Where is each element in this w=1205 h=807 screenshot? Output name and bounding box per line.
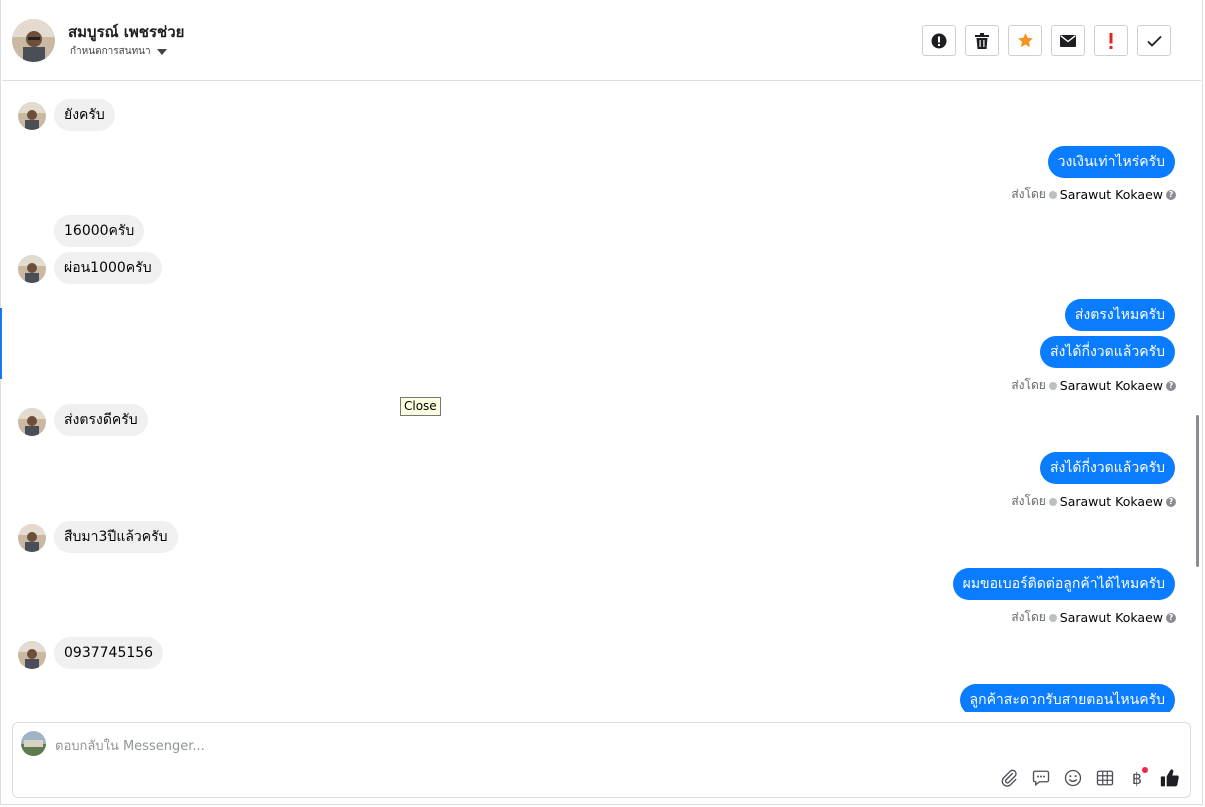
help-icon[interactable]: ? <box>1166 496 1176 507</box>
agent-name[interactable]: Sarawut Kokaew <box>1060 378 1163 393</box>
table-button[interactable] <box>1094 767 1116 789</box>
incoming-message[interactable]: สืบมา3ปีแล้วครับ <box>54 521 178 553</box>
saved-reply-icon <box>1032 770 1050 787</box>
agent-name[interactable]: Sarawut Kokaew <box>1060 187 1163 202</box>
verified-dot-icon <box>1048 381 1057 390</box>
outgoing-message[interactable]: ส่งได้กี่งวดแล้วครับ <box>1039 452 1175 484</box>
attach-button[interactable] <box>998 767 1020 789</box>
verified-dot-icon <box>1048 497 1057 506</box>
saved-reply-button[interactable] <box>1030 767 1052 789</box>
payment-button[interactable]: ฿ <box>1126 767 1148 789</box>
envelope-icon <box>1060 34 1076 47</box>
sender-avatar <box>18 255 46 283</box>
reply-composer: ฿ <box>12 722 1191 798</box>
sent-by-label: ส่งโดย <box>1011 610 1046 624</box>
alert-circle-icon <box>931 33 947 48</box>
message-thread: ยังครับ วงเงินเท่าไหร่ครับ ส่งโดย Sarawu… <box>2 82 1197 712</box>
page-avatar <box>21 731 46 756</box>
conversation-label-dropdown[interactable]: กำหนดการสนทนา <box>70 44 167 59</box>
help-icon[interactable]: ? <box>1166 612 1176 623</box>
incoming-message[interactable]: 16000ครับ <box>54 215 145 247</box>
sender-avatar <box>18 641 46 669</box>
sender-avatar <box>18 524 46 552</box>
delete-button[interactable] <box>965 25 999 56</box>
incoming-message[interactable]: ผ่อน1000ครับ <box>54 252 162 284</box>
exclamation-icon <box>1109 32 1113 49</box>
caret-down-icon <box>156 48 167 55</box>
verified-dot-icon <box>1048 613 1057 622</box>
mark-done-button[interactable] <box>1137 25 1171 56</box>
contact-avatar[interactable] <box>12 19 55 62</box>
mark-unread-button[interactable] <box>1051 25 1085 56</box>
follow-up-button[interactable] <box>1094 25 1128 56</box>
thread-scrollbar[interactable] <box>1196 415 1199 567</box>
reply-input[interactable] <box>55 735 955 757</box>
thumbs-up-icon <box>1160 769 1179 787</box>
outgoing-message[interactable]: ส่งตรงไหมครับ <box>1064 299 1175 331</box>
close-tooltip: Close <box>400 397 441 416</box>
emoji-button[interactable] <box>1062 767 1084 789</box>
sent-by-label: ส่งโดย <box>1011 187 1046 201</box>
trash-icon <box>975 32 989 49</box>
sent-by-label: ส่งโดย <box>1011 378 1046 392</box>
sent-by-line: ส่งโดย Sarawut Kokaew ? <box>1011 492 1176 511</box>
emoji-icon <box>1064 769 1082 787</box>
outgoing-message[interactable]: ลูกค้าสะดวกรับสายตอนไหนครับ <box>959 684 1175 712</box>
contact-name[interactable]: สมบูรณ์ เพชรช่วย <box>68 20 184 44</box>
paperclip-icon <box>1001 769 1017 787</box>
conversation-header: สมบูรณ์ เพชรช่วย กำหนดการสนทนา <box>2 0 1201 81</box>
help-icon[interactable]: ? <box>1166 380 1176 391</box>
outgoing-message[interactable]: ส่งได้กี่งวดแล้วครับ <box>1039 336 1175 368</box>
star-icon <box>1017 33 1033 48</box>
help-icon[interactable]: ? <box>1166 189 1176 200</box>
notification-dot <box>1142 767 1148 773</box>
like-button[interactable] <box>1159 767 1181 789</box>
table-icon <box>1096 770 1114 786</box>
outgoing-message[interactable]: วงเงินเท่าไหร่ครับ <box>1047 146 1175 178</box>
star-button[interactable] <box>1008 25 1042 56</box>
sent-by-label: ส่งโดย <box>1011 494 1046 508</box>
spam-button[interactable] <box>922 25 956 56</box>
baht-icon: ฿ <box>1131 768 1143 788</box>
sent-by-line: ส่งโดย Sarawut Kokaew ? <box>1011 608 1176 627</box>
sent-by-line: ส่งโดย Sarawut Kokaew ? <box>1011 376 1176 395</box>
sent-by-line: ส่งโดย Sarawut Kokaew ? <box>1011 185 1176 204</box>
outgoing-message[interactable]: ผมขอเบอร์ติดต่อลูกค้าได้ไหมครับ <box>952 568 1175 600</box>
sender-avatar <box>18 102 46 130</box>
agent-name[interactable]: Sarawut Kokaew <box>1060 610 1163 625</box>
incoming-message[interactable]: ยังครับ <box>54 99 115 131</box>
incoming-message[interactable]: ส่งตรงดีครับ <box>54 404 148 436</box>
incoming-message[interactable]: 0937745156 <box>54 637 164 669</box>
check-icon <box>1146 35 1162 47</box>
sender-avatar <box>18 408 46 436</box>
conversation-label-text: กำหนดการสนทนา <box>70 46 151 57</box>
verified-dot-icon <box>1048 190 1057 199</box>
agent-name[interactable]: Sarawut Kokaew <box>1060 494 1163 509</box>
